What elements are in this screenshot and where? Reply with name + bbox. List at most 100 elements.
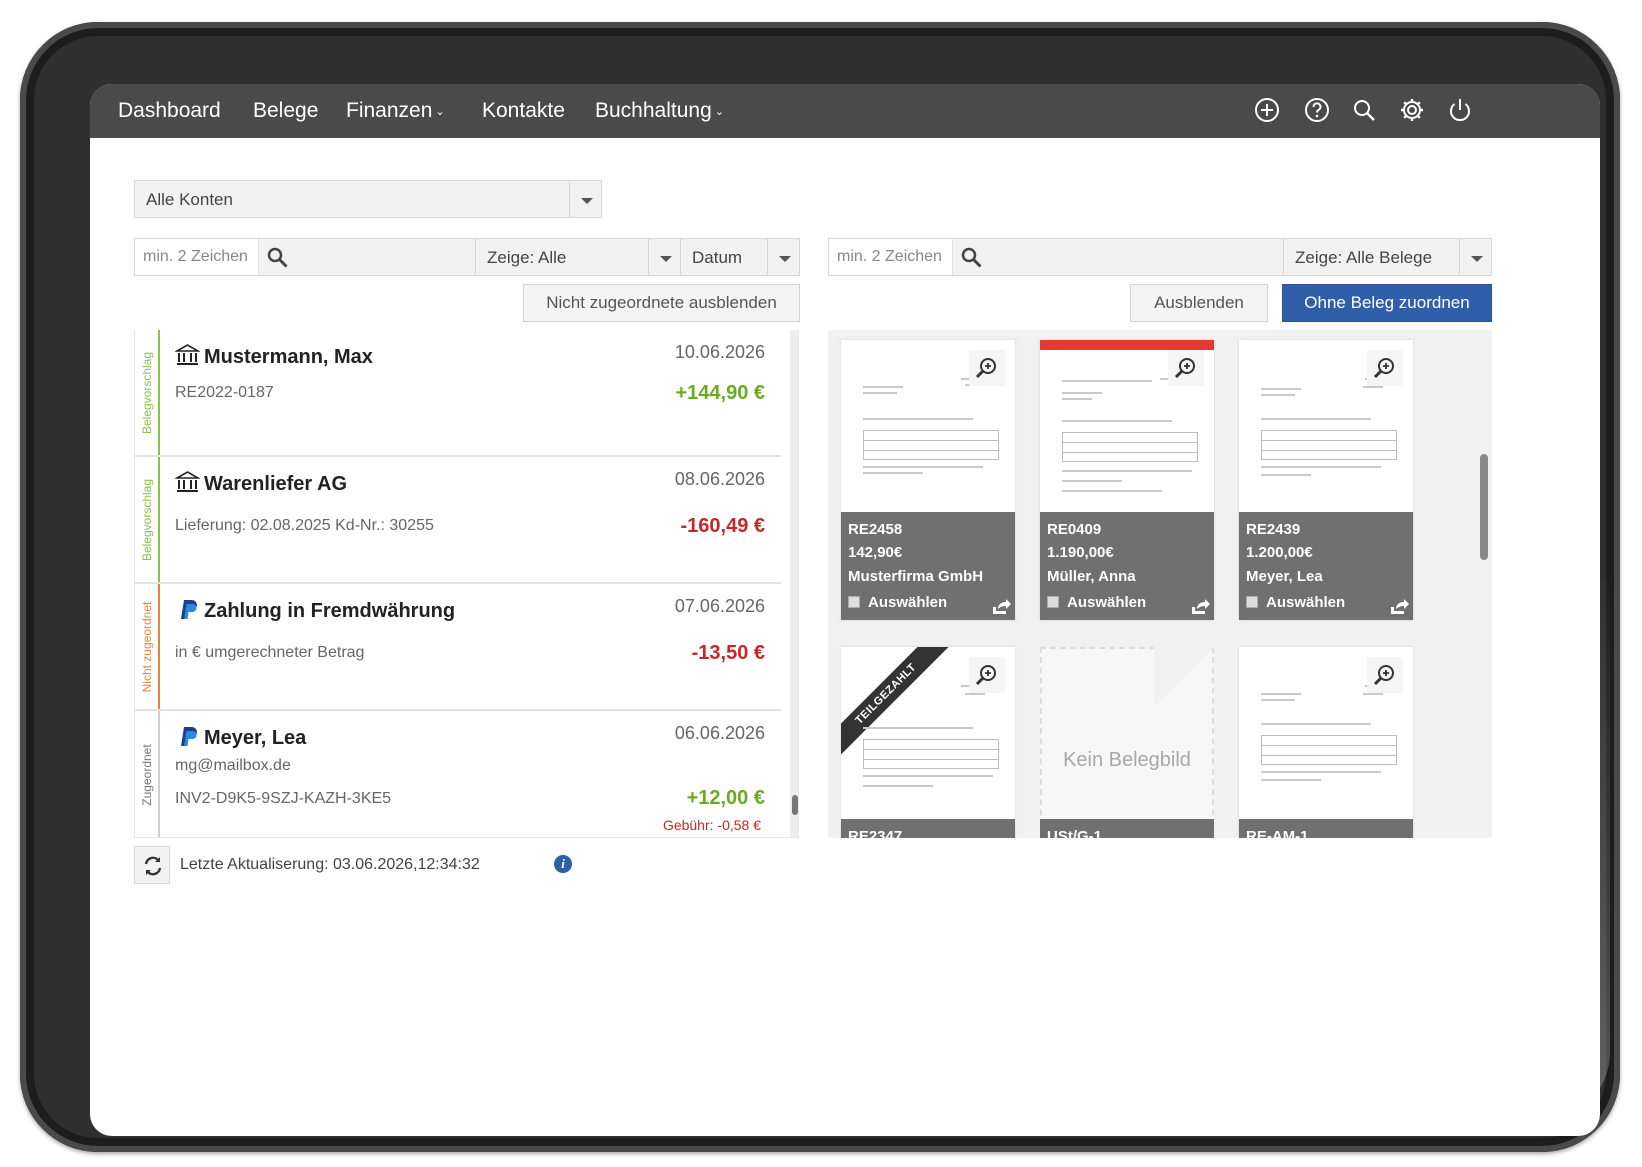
last-update-text: Letzte Aktualiserung: 03.06.2026,12:34:3… <box>180 856 480 873</box>
plus-circle-icon[interactable] <box>1252 95 1282 125</box>
transaction-title: Zahlung in Fremdwährung <box>204 600 456 622</box>
receipt-card[interactable]: RE-AM-1 <box>1239 647 1413 838</box>
share-icon[interactable] <box>991 598 1011 616</box>
share-icon[interactable] <box>1389 598 1409 616</box>
sort-select[interactable]: Datum <box>680 238 800 276</box>
transaction-row[interactable]: Zugeordnet Meyer, Lea 06.06.2026 mg@mail… <box>135 711 781 837</box>
zoom-icon[interactable] <box>1367 657 1403 693</box>
scrollbar-thumb[interactable] <box>792 795 798 815</box>
transaction-reference: Lieferung: 02.08.2025 Kd-Nr.: 30255 <box>175 517 434 534</box>
search-icon[interactable] <box>1349 95 1379 125</box>
nav-dashboard[interactable]: Dashboard <box>118 99 221 123</box>
search-icon[interactable] <box>266 246 290 270</box>
assign-without-receipt-button[interactable]: Ohne Beleg zuordnen <box>1282 284 1492 322</box>
transaction-row[interactable]: Belegvorschlag Warenliefer AG 08.06.2026… <box>135 457 781 584</box>
receipt-number: RE2347 <box>848 828 903 838</box>
receipt-info: RE-AM-1 <box>1239 819 1413 838</box>
receipt-amount: 1.200,00€ <box>1246 544 1313 561</box>
chevron-down-icon: ⌄ <box>714 106 724 118</box>
status-strip: Nicht zugeordnet <box>135 584 160 709</box>
receipt-thumbnail <box>1239 647 1413 819</box>
zoom-icon[interactable] <box>1168 350 1204 386</box>
transaction-filter-select[interactable]: Zeige: Alle <box>475 238 681 276</box>
receipt-grid: RE2458 142,90€ Musterfirma GmbH Auswähle… <box>828 330 1492 838</box>
share-icon[interactable] <box>1190 598 1210 616</box>
transaction-search-input[interactable] <box>135 239 259 275</box>
transaction-reference: in € umgerechneter Betrag <box>175 644 365 661</box>
zoom-icon[interactable] <box>969 657 1005 693</box>
receipt-filter-select[interactable]: Zeige: Alle Belege <box>1283 238 1492 276</box>
receipt-info: RE2458 142,90€ Musterfirma GmbH Auswähle… <box>841 512 1015 620</box>
help-icon[interactable] <box>1302 95 1332 125</box>
select-checkbox[interactable]: Auswählen <box>848 594 947 611</box>
receipt-number: RE2458 <box>848 521 903 538</box>
hide-receipts-button[interactable]: Ausblenden <box>1130 284 1268 322</box>
transaction-search <box>134 238 476 276</box>
chevron-down-icon <box>767 239 799 275</box>
zoom-icon[interactable] <box>969 350 1005 386</box>
receipt-card[interactable]: Kein Belegbild USt/G-1 <box>1040 647 1214 838</box>
nav-buchhaltung[interactable]: Buchhaltung ⌄ <box>595 99 724 123</box>
nav-finanzen[interactable]: Finanzen ⌄ <box>346 99 445 123</box>
receipt-name: Musterfirma GmbH <box>848 568 984 585</box>
bank-icon <box>173 344 202 366</box>
receipt-thumbnail <box>1239 340 1413 512</box>
nav-belege[interactable]: Belege <box>253 99 318 123</box>
gear-icon[interactable] <box>1397 95 1427 125</box>
checkbox[interactable] <box>1047 596 1059 608</box>
search-icon[interactable] <box>960 246 984 270</box>
receipt-card[interactable]: TEILGEZAHLT RE2347 <box>841 647 1015 838</box>
select-checkbox[interactable]: Auswählen <box>1047 594 1146 611</box>
bank-icon <box>173 471 202 493</box>
transaction-date: 06.06.2026 <box>674 723 765 743</box>
receipt-amount: 142,90€ <box>848 544 903 561</box>
hide-unassigned-button[interactable]: Nicht zugeordnete ausblenden <box>523 284 800 322</box>
receipt-search-input[interactable] <box>829 239 953 275</box>
receipt-thumbnail <box>841 340 1015 512</box>
receipt-info: USt/G-1 <box>1040 819 1214 838</box>
receipt-card[interactable]: RE0409 1.190,00€ Müller, Anna Auswählen <box>1040 340 1214 620</box>
status-strip: Belegvorschlag <box>135 330 160 455</box>
info-icon[interactable]: i <box>554 855 572 873</box>
no-image-placeholder: Kein Belegbild <box>1040 647 1214 838</box>
status-strip: Belegvorschlag <box>135 457 160 582</box>
refresh-button[interactable] <box>134 846 170 884</box>
receipt-info: RE2347 <box>841 819 1015 838</box>
transaction-date: 07.06.2026 <box>674 596 765 616</box>
receipt-card[interactable]: RE2439 1.200,00€ Meyer, Lea Auswählen <box>1239 340 1413 620</box>
no-image-label: Kein Belegbild <box>1063 749 1191 771</box>
receipt-info: RE0409 1.190,00€ Müller, Anna Auswählen <box>1040 512 1214 620</box>
nav-kontakte[interactable]: Kontakte <box>482 99 565 123</box>
checkbox[interactable] <box>1246 596 1258 608</box>
select-checkbox[interactable]: Auswählen <box>1246 594 1345 611</box>
receipt-info: RE2439 1.200,00€ Meyer, Lea Auswählen <box>1239 512 1413 620</box>
chevron-down-icon <box>648 239 680 275</box>
transaction-email: mg@mailbox.de <box>175 757 291 774</box>
zoom-icon[interactable] <box>1367 350 1403 386</box>
tablet-frame: Dashboard Belege Finanzen ⌄ Kontakte Buch… <box>20 22 1620 1152</box>
chevron-down-icon <box>1459 239 1491 275</box>
transaction-date: 08.06.2026 <box>674 469 765 489</box>
app-screen: Dashboard Belege Finanzen ⌄ Kontakte Buch… <box>90 84 1600 1136</box>
transaction-row[interactable]: Belegvorschlag Mustermann, Max 10.06.202… <box>135 330 781 457</box>
transaction-reference: INV2-D9K5-9SZJ-KAZH-3KE5 <box>175 790 392 807</box>
transaction-row[interactable]: Nicht zugeordnet Zahlung in Fremdwährung… <box>135 584 781 711</box>
paypal-icon <box>175 598 200 620</box>
account-select[interactable]: Alle Konten <box>134 180 602 218</box>
top-navigation: Dashboard Belege Finanzen ⌄ Kontakte Buch… <box>90 84 1600 138</box>
transaction-amount: +12,00 € <box>686 787 765 809</box>
paypal-icon <box>175 725 200 747</box>
receipt-name: Müller, Anna <box>1047 568 1136 585</box>
transaction-scrollbar[interactable] <box>790 330 798 837</box>
checkbox[interactable] <box>848 596 860 608</box>
receipt-thumbnail <box>1040 340 1214 512</box>
receipt-search <box>828 238 1284 276</box>
receipt-scrollbar[interactable] <box>1480 454 1488 560</box>
transaction-amount: -13,50 € <box>691 642 765 664</box>
receipt-card[interactable]: RE2458 142,90€ Musterfirma GmbH Auswähle… <box>841 340 1015 620</box>
status-strip: Zugeordnet <box>135 711 160 837</box>
receipt-number: RE2439 <box>1246 521 1301 538</box>
power-icon[interactable] <box>1445 95 1475 125</box>
transaction-title: Warenliefer AG <box>204 473 347 495</box>
refresh-icon <box>144 856 162 876</box>
